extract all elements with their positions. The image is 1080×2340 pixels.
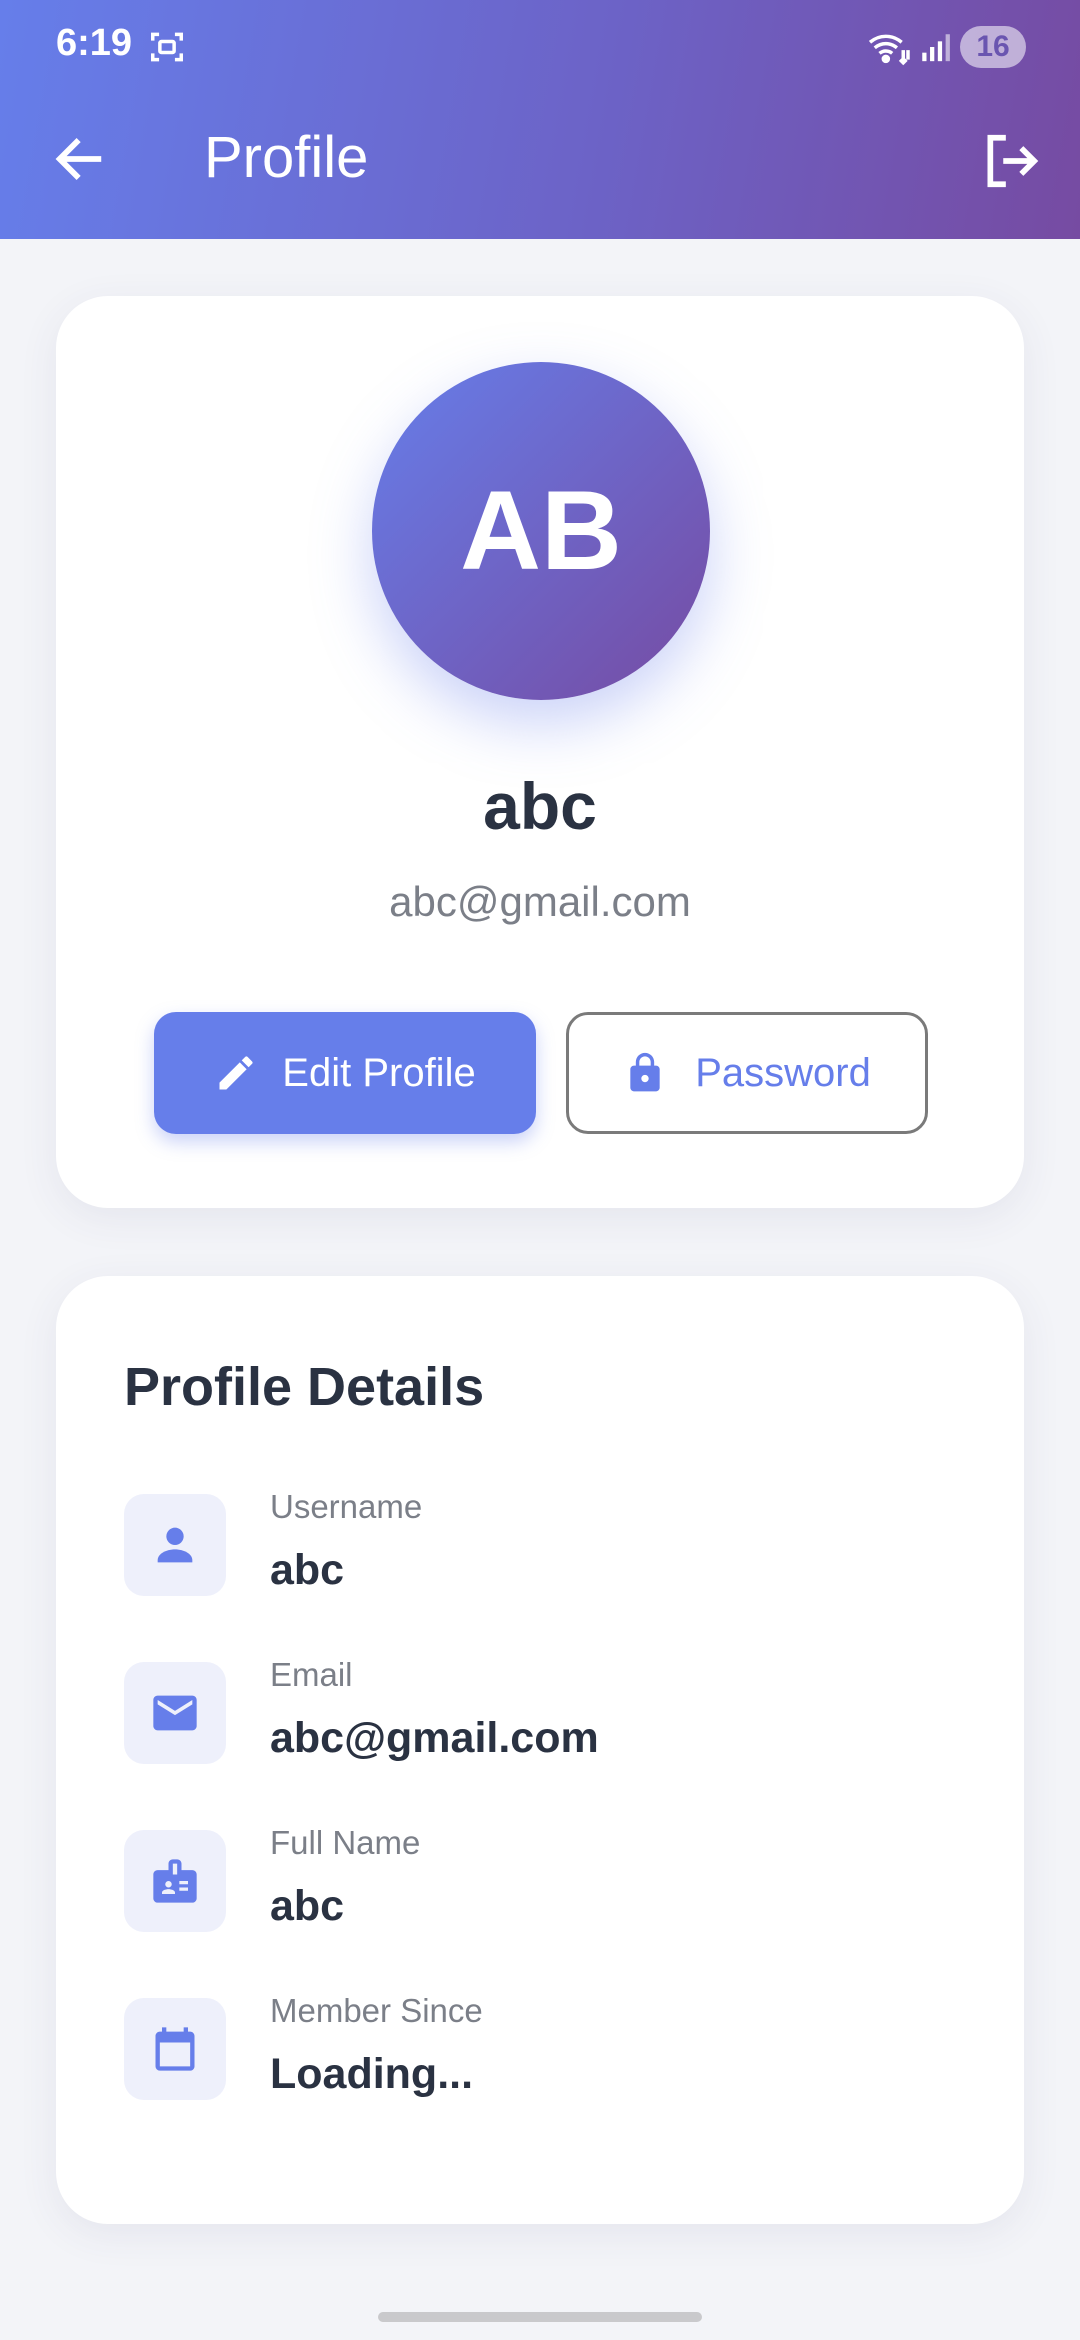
profile-email: abc@gmail.com bbox=[389, 878, 691, 925]
detail-row-full-name: Full Name abc bbox=[124, 1824, 984, 1940]
details-title: Profile Details bbox=[124, 1357, 485, 1417]
home-indicator[interactable] bbox=[378, 2312, 702, 2322]
detail-icon-box bbox=[124, 1662, 226, 1764]
status-bar: 6:19 16 bbox=[0, 0, 1080, 96]
detail-row-username: Username abc bbox=[124, 1488, 984, 1604]
password-label: Password bbox=[695, 1050, 871, 1095]
screenshot-icon bbox=[151, 32, 183, 62]
detail-icon-box bbox=[124, 1830, 226, 1932]
mail-icon bbox=[153, 1695, 197, 1731]
detail-value: abc bbox=[270, 1882, 345, 1930]
wifi-icon bbox=[868, 34, 910, 66]
person-icon bbox=[157, 1527, 193, 1563]
logout-icon[interactable] bbox=[980, 130, 1042, 192]
profile-card: AB abc abc@gmail.com Edit Profile Passwo… bbox=[56, 296, 1024, 1208]
profile-name: abc bbox=[483, 769, 597, 843]
page-title: Profile bbox=[204, 125, 369, 190]
detail-label: Email bbox=[270, 1656, 353, 1693]
detail-value: Loading... bbox=[270, 2050, 474, 2098]
back-arrow-icon[interactable] bbox=[50, 130, 108, 188]
calendar-icon bbox=[155, 2027, 195, 2071]
detail-value: abc bbox=[270, 1546, 345, 1594]
profile-details-card: Profile Details Username abc Email abc@g… bbox=[56, 1276, 1024, 2224]
badge-icon bbox=[153, 1859, 197, 1903]
edit-profile-label: Edit Profile bbox=[282, 1050, 476, 1095]
detail-label: Username bbox=[270, 1488, 423, 1525]
detail-row-email: Email abc@gmail.com bbox=[124, 1656, 984, 1772]
detail-icon-box bbox=[124, 1494, 226, 1596]
app-header: 6:19 16 Profile bbox=[0, 0, 1080, 239]
detail-value: abc@gmail.com bbox=[270, 1714, 599, 1762]
detail-icon-box bbox=[124, 1998, 226, 2100]
battery-indicator: 16 bbox=[960, 26, 1026, 68]
detail-label: Full Name bbox=[270, 1824, 421, 1861]
password-button[interactable]: Password bbox=[566, 1012, 928, 1134]
avatar: AB bbox=[372, 362, 710, 700]
edit-profile-button[interactable]: Edit Profile bbox=[154, 1012, 536, 1134]
status-time: 6:19 bbox=[56, 22, 133, 64]
detail-row-member-since: Member Since Loading... bbox=[124, 1992, 984, 2108]
pencil-icon bbox=[219, 1056, 253, 1090]
detail-label: Member Since bbox=[270, 1992, 483, 2029]
lock-icon bbox=[630, 1052, 660, 1092]
signal-icon bbox=[922, 34, 950, 62]
